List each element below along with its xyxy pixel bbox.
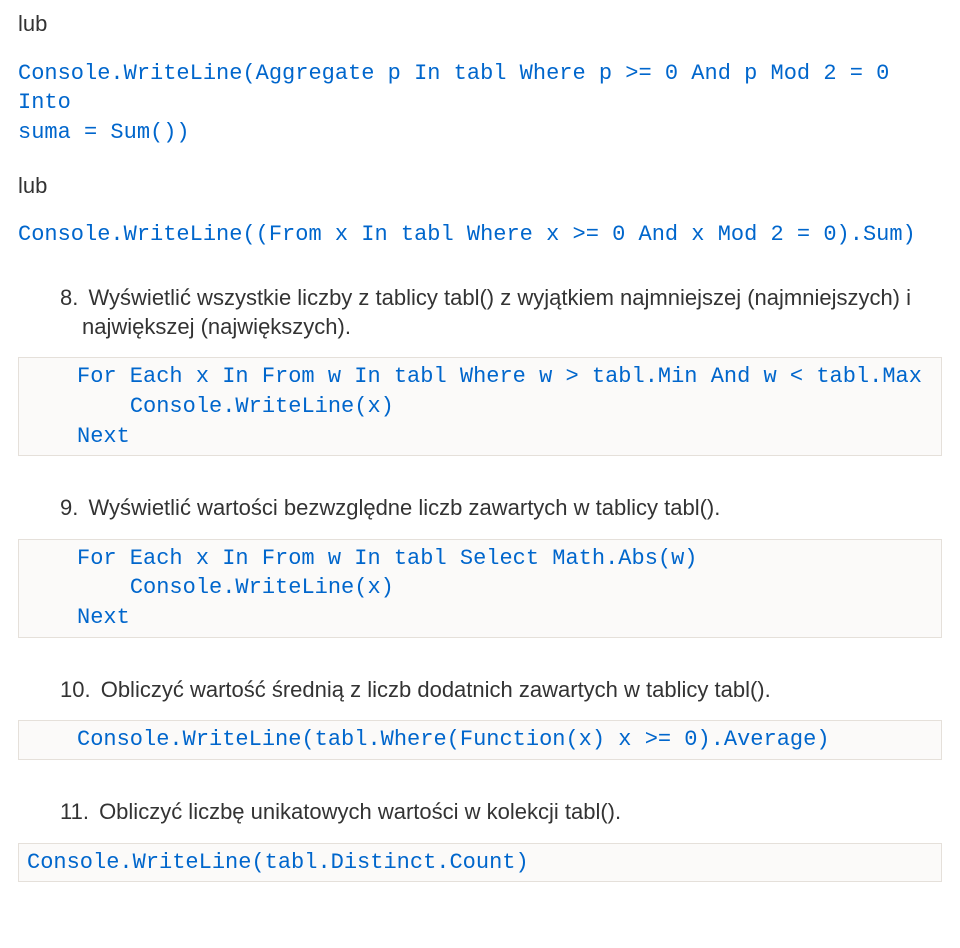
question-number: 8. xyxy=(60,285,78,310)
question-text: Wyświetlić wszystkie liczby z tablicy ta… xyxy=(82,285,911,339)
question-number: 11. xyxy=(60,799,89,824)
code-line: Next xyxy=(77,424,130,449)
code-line: For Each x In From w In tabl Where w > t… xyxy=(77,364,922,389)
question-11: 11. Obliczyć liczbę unikatowych wartości… xyxy=(60,798,942,827)
code-line: For Each x In From w In tabl Select Math… xyxy=(77,546,698,571)
code-line: suma = Sum()) xyxy=(18,120,190,145)
code-line: Console.WriteLine(tabl.Distinct.Count) xyxy=(27,850,529,875)
code-box-8: For Each x In From w In tabl Where w > t… xyxy=(18,357,942,456)
question-10: 10. Obliczyć wartość średnią z liczb dod… xyxy=(60,676,942,705)
code-block-aggregate: Console.WriteLine(Aggregate p In tabl Wh… xyxy=(18,59,942,148)
code-box-11: Console.WriteLine(tabl.Distinct.Count) xyxy=(18,843,942,883)
code-line: Console.WriteLine(x) xyxy=(77,575,394,600)
text-lub-1: lub xyxy=(18,10,942,39)
question-text: Wyświetlić wartości bezwzględne liczb za… xyxy=(82,495,720,520)
question-number: 9. xyxy=(60,495,78,520)
code-line: Console.WriteLine(Aggregate p In tabl Wh… xyxy=(18,61,903,116)
code-block-from-sum: Console.WriteLine((From x In tabl Where … xyxy=(18,220,942,250)
code-box-10: Console.WriteLine(tabl.Where(Function(x)… xyxy=(18,720,942,760)
question-text: Obliczyć wartość średnią z liczb dodatni… xyxy=(95,677,771,702)
code-line: Console.WriteLine((From x In tabl Where … xyxy=(18,222,916,247)
code-line: Next xyxy=(77,605,130,630)
question-number: 10. xyxy=(60,677,91,702)
code-box-9: For Each x In From w In tabl Select Math… xyxy=(18,539,942,638)
code-line: Console.WriteLine(tabl.Where(Function(x)… xyxy=(77,727,830,752)
question-text: Obliczyć liczbę unikatowych wartości w k… xyxy=(93,799,621,824)
code-line: Console.WriteLine(x) xyxy=(77,394,394,419)
question-9: 9. Wyświetlić wartości bezwzględne liczb… xyxy=(60,494,942,523)
text-lub-2: lub xyxy=(18,172,942,201)
question-8: 8. Wyświetlić wszystkie liczby z tablicy… xyxy=(60,284,942,341)
